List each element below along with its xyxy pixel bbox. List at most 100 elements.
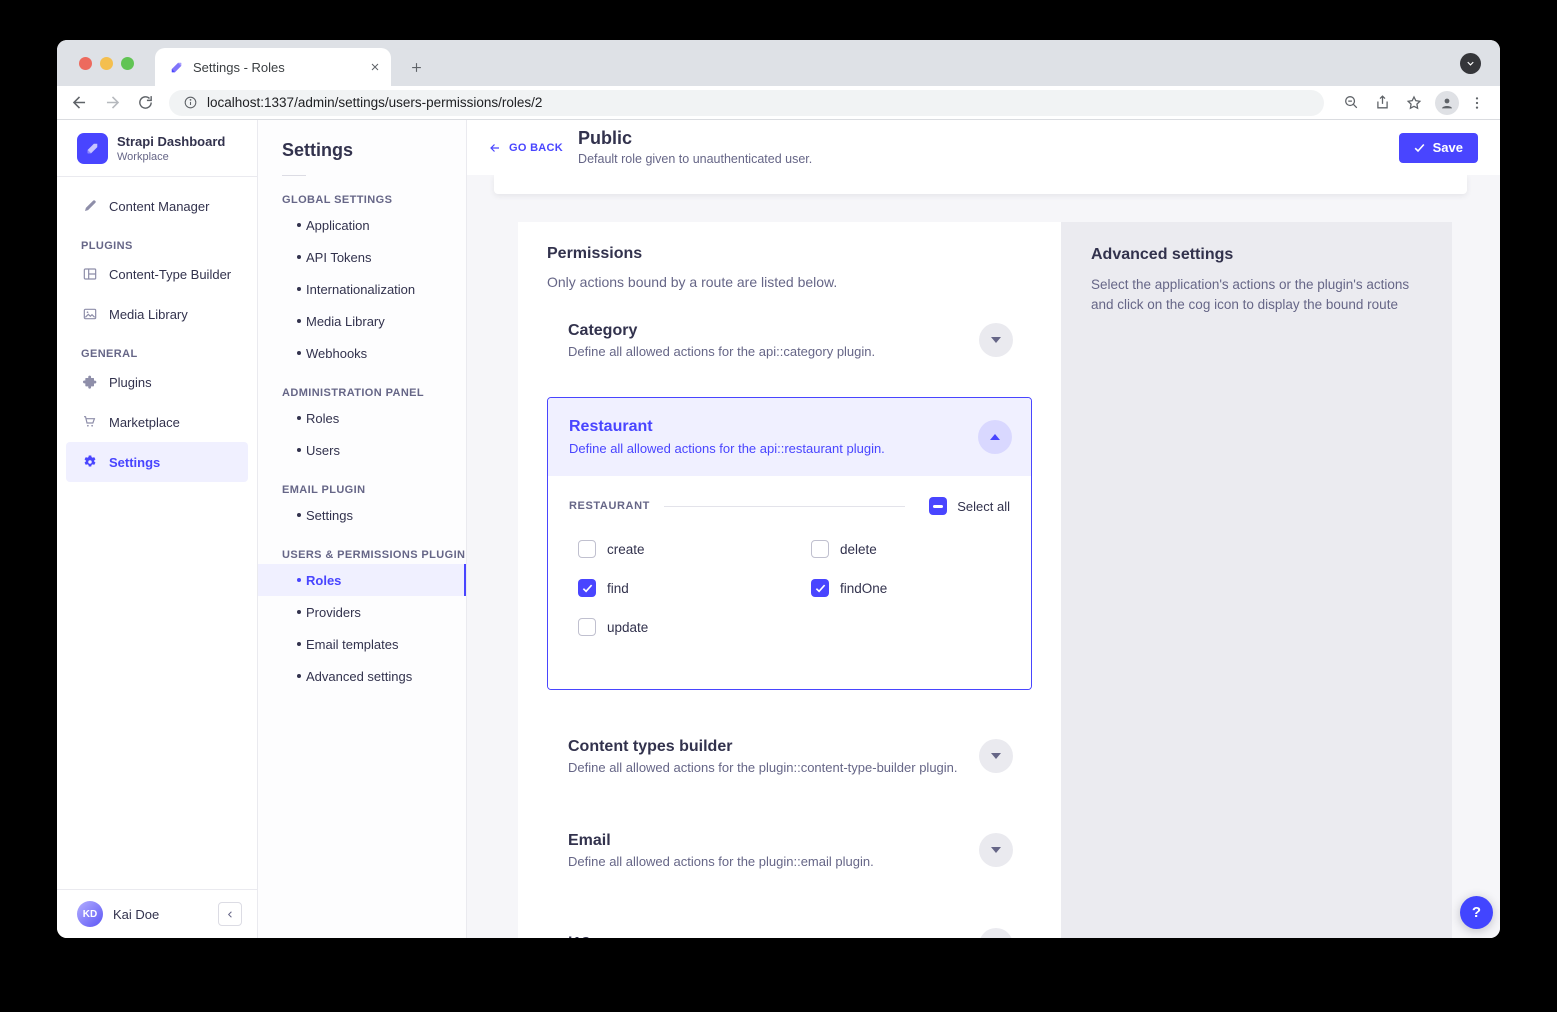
checkbox-update[interactable]: update bbox=[578, 618, 811, 636]
subnav-item-internationalization[interactable]: Internationalization bbox=[258, 273, 466, 305]
checkbox[interactable] bbox=[578, 579, 596, 597]
select-all-control[interactable]: Select all bbox=[929, 497, 1010, 515]
select-all-label: Select all bbox=[957, 499, 1010, 514]
layout-icon bbox=[81, 266, 98, 282]
subnav-item-up-providers[interactable]: Providers bbox=[258, 596, 466, 628]
expand-content-types-builder-button[interactable] bbox=[979, 739, 1013, 773]
bullet-icon bbox=[297, 319, 301, 323]
browser-tab[interactable]: Settings - Roles bbox=[155, 48, 391, 86]
accordion-restaurant-header[interactable]: Restaurant Define all allowed actions fo… bbox=[548, 398, 1031, 476]
subnav-item-up-advanced-settings[interactable]: Advanced settings bbox=[258, 660, 466, 692]
chevron-down-icon bbox=[991, 753, 1001, 759]
accordion-restaurant-expanded: Restaurant Define all allowed actions fo… bbox=[547, 397, 1032, 690]
user-footer: KD Kai Doe bbox=[57, 889, 257, 938]
sidebar-item-label: Media Library bbox=[109, 307, 188, 322]
subnav-item-up-roles[interactable]: Roles bbox=[258, 564, 466, 596]
subnav-item-admin-users[interactable]: Users bbox=[258, 434, 466, 466]
go-back-link[interactable]: GO BACK bbox=[488, 142, 563, 154]
subnav-item-admin-roles[interactable]: Roles bbox=[258, 402, 466, 434]
subnav-item-up-email-templates[interactable]: Email templates bbox=[258, 628, 466, 660]
expand-i18n-button[interactable] bbox=[979, 928, 1013, 938]
checkbox[interactable] bbox=[578, 618, 596, 636]
accordion-description: Define all allowed actions for the api::… bbox=[568, 344, 875, 360]
accordion-email[interactable]: Email Define all allowed actions for the… bbox=[547, 826, 1032, 874]
tab-search-button[interactable] bbox=[1460, 53, 1481, 74]
minimize-window-button[interactable] bbox=[100, 57, 113, 70]
share-icon[interactable] bbox=[1369, 89, 1396, 116]
scrolled-card-edge bbox=[494, 175, 1467, 194]
accordion-title: Category bbox=[568, 321, 875, 340]
divider bbox=[664, 506, 905, 507]
checkbox[interactable] bbox=[811, 540, 829, 558]
sidebar-item-content-manager[interactable]: Content Manager bbox=[57, 186, 257, 226]
permissions-panel: Permissions Only actions bound by a rout… bbox=[518, 222, 1061, 938]
accordion-content-types-builder[interactable]: Content types builder Define all allowed… bbox=[547, 732, 1032, 780]
bullet-icon bbox=[297, 610, 301, 614]
checkbox[interactable] bbox=[578, 540, 596, 558]
accordion-i18n[interactable]: i18n bbox=[547, 921, 1032, 938]
maximize-window-button[interactable] bbox=[121, 57, 134, 70]
subnav-item-email-settings[interactable]: Settings bbox=[258, 499, 466, 531]
save-button[interactable]: Save bbox=[1399, 133, 1478, 163]
checkbox-label: find bbox=[607, 581, 629, 596]
close-window-button[interactable] bbox=[79, 57, 92, 70]
select-all-checkbox[interactable] bbox=[929, 497, 947, 515]
checkbox-delete[interactable]: delete bbox=[811, 540, 1010, 558]
subnav-item-webhooks[interactable]: Webhooks bbox=[258, 337, 466, 369]
collapse-restaurant-button[interactable] bbox=[978, 420, 1012, 454]
subnav-section-administration-panel: ADMINISTRATION PANEL bbox=[282, 387, 466, 399]
subnav-item-api-tokens[interactable]: API Tokens bbox=[258, 241, 466, 273]
window-controls bbox=[79, 57, 134, 70]
reload-button[interactable] bbox=[132, 89, 159, 116]
sidebar-item-plugins[interactable]: Plugins bbox=[57, 362, 257, 402]
site-info-icon[interactable] bbox=[183, 95, 198, 110]
sidebar-item-media-library[interactable]: Media Library bbox=[57, 294, 257, 334]
workspace-name: Strapi Dashboard bbox=[117, 134, 225, 150]
expand-email-button[interactable] bbox=[979, 833, 1013, 867]
actions-grid: create delete find bbox=[569, 540, 1010, 636]
accordion-category[interactable]: Category Define all allowed actions for … bbox=[547, 316, 1032, 364]
url-text[interactable]: localhost:1337/admin/settings/users-perm… bbox=[207, 95, 542, 110]
expand-category-button[interactable] bbox=[979, 323, 1013, 357]
sidebar-item-label: Marketplace bbox=[109, 415, 180, 430]
picture-icon bbox=[81, 306, 98, 322]
collapse-sidebar-button[interactable] bbox=[218, 902, 242, 926]
tab-close-icon[interactable] bbox=[369, 61, 381, 73]
bookmark-star-icon[interactable] bbox=[1400, 89, 1427, 116]
go-back-label: GO BACK bbox=[509, 142, 563, 154]
main-content: GO BACK Public Default role given to una… bbox=[467, 120, 1500, 938]
url-bar[interactable]: localhost:1337/admin/settings/users-perm… bbox=[169, 90, 1324, 116]
sidebar-item-label: Settings bbox=[109, 455, 160, 470]
browser-menu-icon[interactable] bbox=[1463, 89, 1490, 116]
group-label: RESTAURANT bbox=[569, 500, 650, 512]
forward-button[interactable] bbox=[99, 89, 126, 116]
subnav-item-media-library[interactable]: Media Library bbox=[258, 305, 466, 337]
advanced-settings-title: Advanced settings bbox=[1091, 246, 1422, 264]
sidebar-section-plugins: PLUGINS bbox=[81, 240, 257, 252]
sidebar-item-settings[interactable]: Settings bbox=[66, 442, 248, 482]
sidebar-item-marketplace[interactable]: Marketplace bbox=[57, 402, 257, 442]
pen-icon bbox=[81, 198, 98, 214]
browser-window: Settings - Roles localhost:1337/admin/se… bbox=[57, 40, 1500, 938]
checkbox-create[interactable]: create bbox=[578, 540, 811, 558]
help-button[interactable]: ? bbox=[1460, 896, 1493, 929]
check-icon bbox=[815, 584, 826, 593]
check-icon bbox=[1414, 143, 1425, 153]
avatar[interactable]: KD bbox=[77, 901, 103, 927]
zoom-out-icon[interactable] bbox=[1338, 89, 1365, 116]
checkbox-label: update bbox=[607, 620, 648, 635]
page-header: GO BACK Public Default role given to una… bbox=[467, 120, 1500, 175]
new-tab-button[interactable] bbox=[404, 55, 428, 79]
main-sidebar: Strapi Dashboard Workplace Content Manag… bbox=[57, 120, 258, 938]
workspace-brand[interactable]: Strapi Dashboard Workplace bbox=[57, 120, 257, 176]
checkbox-findone[interactable]: findOne bbox=[811, 579, 1010, 597]
subnav-item-application[interactable]: Application bbox=[258, 209, 466, 241]
checkbox-label: findOne bbox=[840, 581, 887, 596]
bullet-icon bbox=[297, 287, 301, 291]
back-button[interactable] bbox=[66, 89, 93, 116]
subnav-section-email-plugin: EMAIL PLUGIN bbox=[282, 484, 466, 496]
checkbox[interactable] bbox=[811, 579, 829, 597]
browser-profile-avatar[interactable] bbox=[1435, 91, 1459, 115]
checkbox-find[interactable]: find bbox=[578, 579, 811, 597]
sidebar-item-content-type-builder[interactable]: Content-Type Builder bbox=[57, 254, 257, 294]
